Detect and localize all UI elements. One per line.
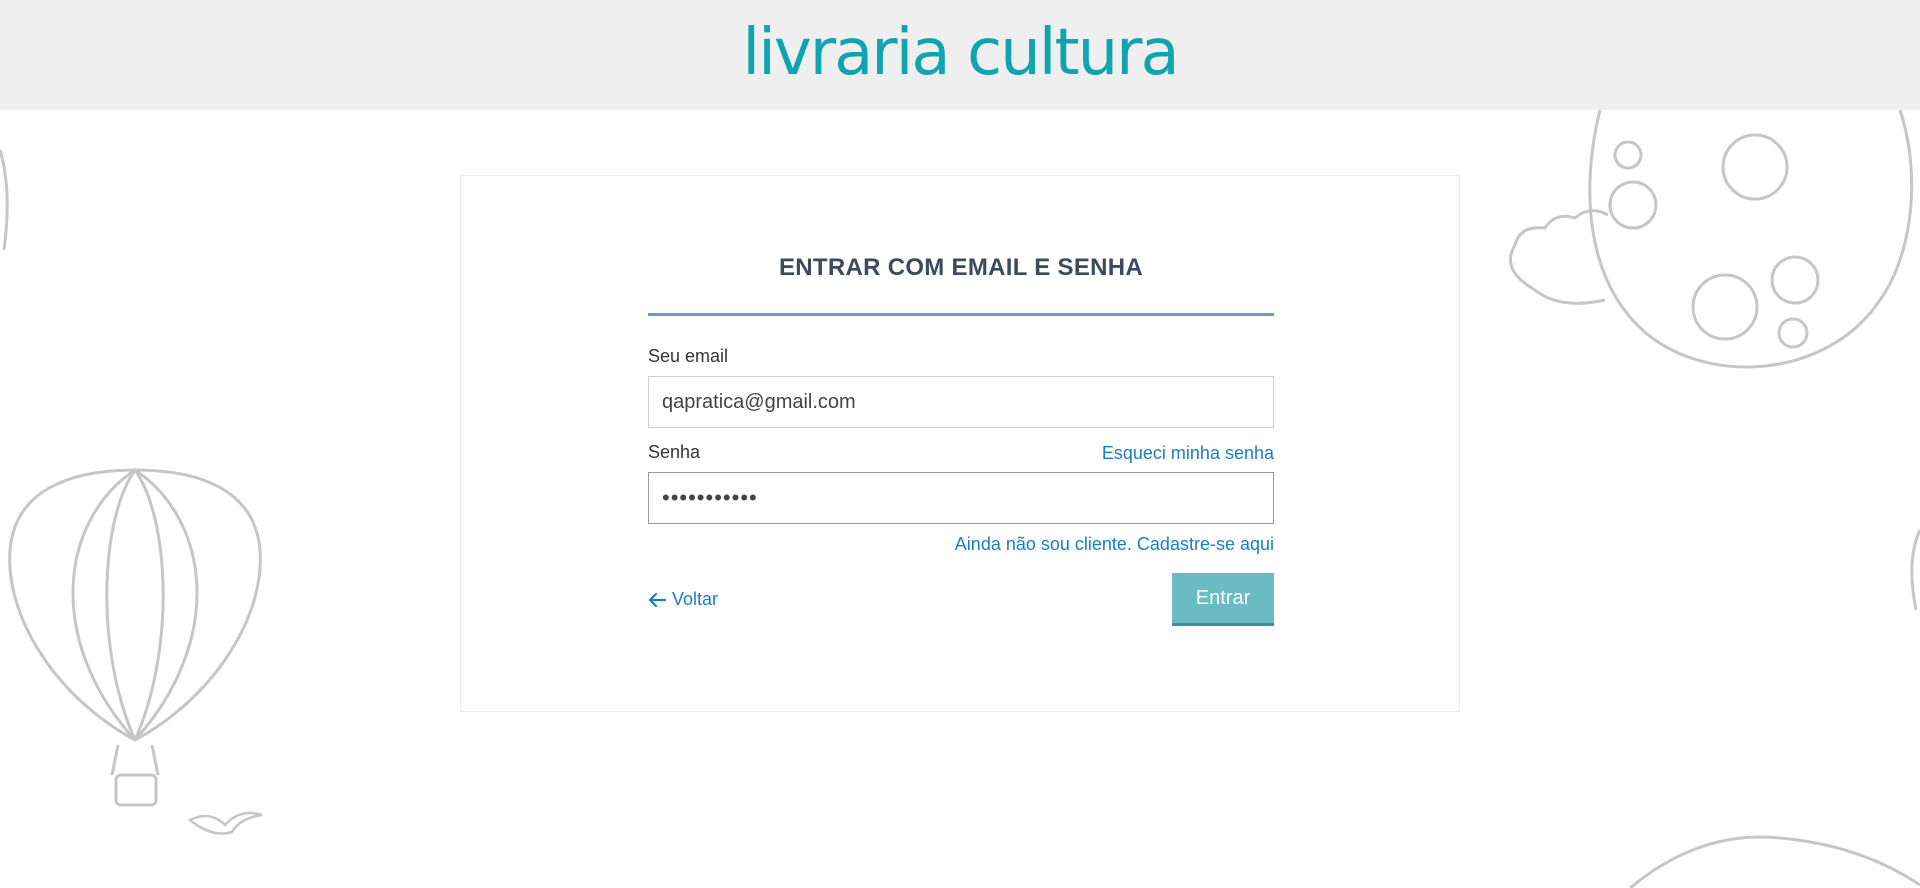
planet-icon: [1629, 835, 1920, 888]
password-label: Senha: [648, 442, 701, 462]
submit-button[interactable]: Entrar: [1172, 573, 1274, 626]
login-title: ENTRAR COM EMAIL E SENHA: [778, 254, 1144, 281]
title-divider: [648, 313, 1274, 316]
site-header: livraria cultura: [0, 0, 1920, 110]
site-logo[interactable]: livraria cultura: [742, 21, 1179, 85]
edge-circle-icon: [0, 149, 9, 251]
login-card: ENTRAR COM EMAIL E SENHA Seu email Senha…: [460, 175, 1460, 712]
edge-circle-icon: [1910, 529, 1920, 611]
register-link[interactable]: Ainda não sou cliente. Cadastre-se aqui: [955, 534, 1274, 555]
forgot-password-link[interactable]: Esqueci minha senha: [1102, 443, 1274, 464]
hot-air-balloon-icon: [8, 468, 262, 807]
email-field[interactable]: [648, 376, 1274, 428]
cloud-icon: [1509, 209, 1609, 305]
moon-icon: [1588, 109, 1914, 369]
arrow-left-icon: [648, 592, 666, 607]
bird-icon: [187, 811, 263, 835]
back-link[interactable]: Voltar: [648, 589, 718, 610]
password-field[interactable]: [648, 472, 1274, 524]
email-label: Seu email: [648, 346, 729, 366]
back-label: Voltar: [672, 589, 719, 609]
